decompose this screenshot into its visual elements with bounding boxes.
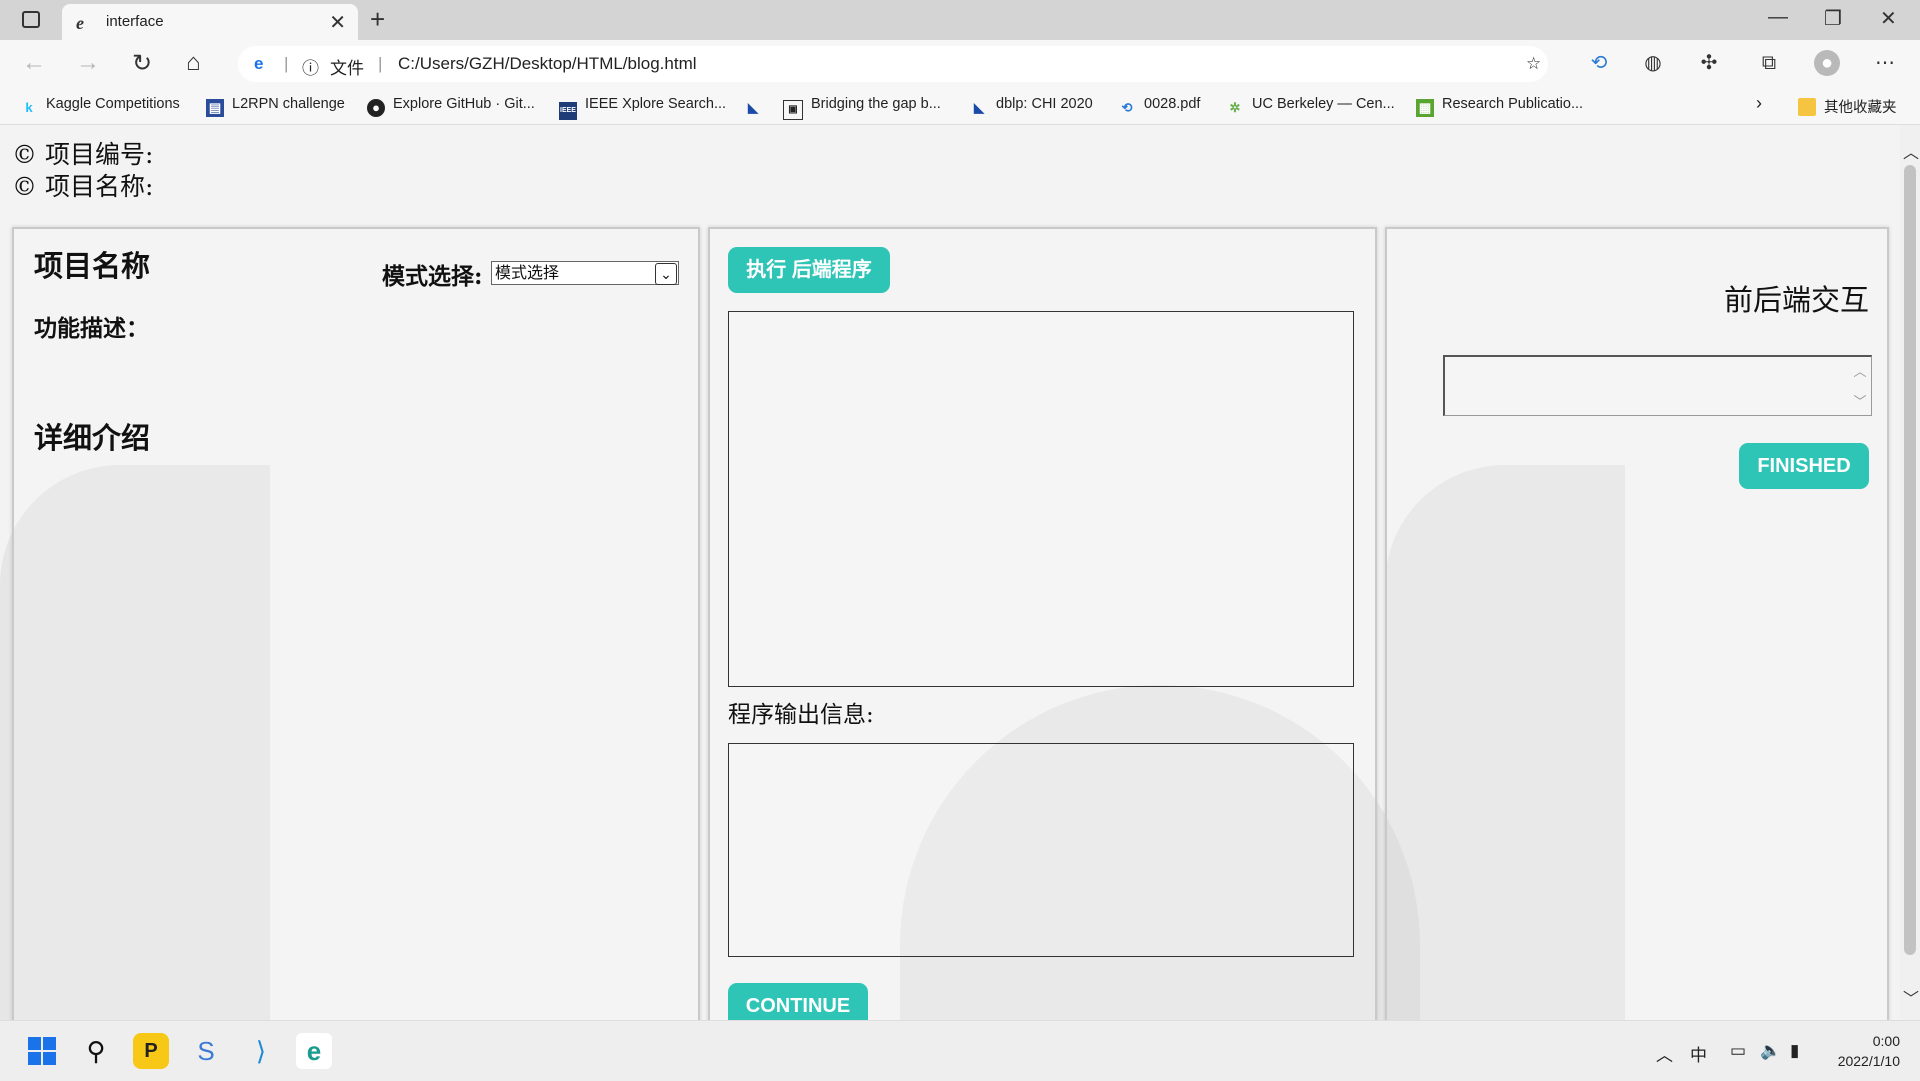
dblp-icon: ◣ <box>748 100 758 115</box>
url-text[interactable]: C:/Users/GZH/Desktop/HTML/blog.html <box>398 54 697 74</box>
info-icon[interactable]: ⓘ <box>302 54 319 79</box>
restore-icon[interactable]: ❐ <box>1824 6 1842 31</box>
search-icon[interactable]: ⚲ <box>78 1033 114 1069</box>
new-tab-button[interactable]: + <box>370 4 385 35</box>
function-description-label: 功能描述： <box>34 315 149 342</box>
separator: | <box>378 54 383 73</box>
tab-actions-icon[interactable] <box>22 11 40 28</box>
berkeley-icon: ✲ <box>1229 100 1241 115</box>
research-icon: ▦ <box>1416 99 1434 117</box>
sogou-icon[interactable]: S <box>188 1033 224 1069</box>
finished-button[interactable]: FINISHED <box>1739 443 1869 489</box>
continue-button[interactable]: CONTINUE <box>728 983 868 1020</box>
browser-essentials-icon[interactable]: ◍ <box>1640 50 1666 76</box>
ieee-icon: IEEE <box>559 102 577 120</box>
ie-mode-icon[interactable]: e <box>254 54 263 74</box>
volume-icon[interactable]: 🔈 <box>1760 1041 1781 1061</box>
chevron-down-icon: ⌄ <box>655 263 677 285</box>
vscode-icon[interactable]: ⟩ <box>243 1033 279 1069</box>
chevron-up-icon[interactable]: ︿ <box>1849 361 1871 380</box>
github-icon: ● <box>367 99 385 117</box>
scroll-down-icon[interactable]: ﹀ <box>1903 985 1919 1009</box>
separator: | <box>284 54 289 73</box>
detail-heading: 详细介绍 <box>34 421 151 455</box>
bookmark-kaggle[interactable]: k Kaggle Competitions <box>20 96 179 117</box>
other-bookmarks[interactable]: 其他收藏夹 <box>1798 96 1897 117</box>
minimize-icon[interactable]: — <box>1768 6 1788 29</box>
left-panel: 项目名称 模式选择: 模式选择 ⌄ 功能描述： 详细介绍 <box>12 227 700 1020</box>
battery-icon[interactable]: ▮ <box>1790 1041 1799 1061</box>
time: 0:00 <box>1872 1033 1900 1049</box>
collections-icon[interactable]: ⟲ <box>1586 50 1612 76</box>
bookmark-bridging[interactable]: ▣ Bridging the gap b... <box>783 96 941 120</box>
clock[interactable]: 0:00 2022/1/10 <box>1838 1031 1900 1071</box>
split-screen-icon[interactable]: ⧉ <box>1756 50 1782 76</box>
mode-label: 模式选择: <box>382 263 483 290</box>
page-scrollbar[interactable]: ︿ ﹀ <box>1900 125 1920 1020</box>
output-area[interactable] <box>728 743 1354 957</box>
forward-icon[interactable]: → <box>76 49 100 77</box>
bookmark-pdf[interactable]: ⟲ 0028.pdf <box>1118 96 1201 117</box>
project-name-meta: © 项目名称: <box>12 172 154 201</box>
kaggle-icon: k <box>25 100 33 115</box>
profile-avatar[interactable]: ● <box>1814 50 1840 76</box>
folder-icon <box>1798 98 1816 116</box>
bookmark-berkeley[interactable]: ✲ UC Berkeley — Cen... <box>1226 96 1395 117</box>
browser-tab[interactable]: e interface ✕ <box>62 4 358 40</box>
bookmark-ieee[interactable]: IEEE IEEE Xplore Search... <box>559 96 726 120</box>
sync-icon: ⟲ <box>1121 100 1133 115</box>
mode-select-value: 模式选择 <box>495 265 560 282</box>
run-backend-button[interactable]: 执行 后端程序 <box>728 247 890 293</box>
dblp-icon: ◣ <box>974 100 984 115</box>
address-bar[interactable]: e | ⓘ 文件 | C:/Users/GZH/Desktop/HTML/blo… <box>238 46 1548 82</box>
mode-select[interactable]: 模式选择 ⌄ <box>491 261 679 285</box>
interaction-title: 前后端交互 <box>1723 283 1869 317</box>
back-icon[interactable]: ← <box>22 49 46 77</box>
bookmarks-bar: k Kaggle Competitions ▤ L2RPN challenge ● E… <box>0 88 1920 125</box>
network-icon[interactable]: ▭ <box>1730 1041 1746 1061</box>
right-panel: 前后端交互 ︿ ﹀ FINISHED <box>1385 227 1889 1020</box>
start-icon[interactable] <box>24 1033 60 1069</box>
page-icon: ▣ <box>783 100 803 120</box>
taskbar: ⚲ P S ⟩ e ︿ 中 ▭ 🔈 ▮ 0:00 2022/1/10 <box>0 1020 1920 1081</box>
middle-panel: 执行 后端程序 程序输出信息: CONTINUE <box>708 227 1377 1020</box>
ime-indicator[interactable]: 中 <box>1690 1041 1707 1066</box>
output-label: 程序输出信息: <box>728 702 874 728</box>
chevron-down-icon[interactable]: ﹀ <box>1849 391 1871 410</box>
edge-icon[interactable]: e <box>296 1033 332 1069</box>
browser-titlebar: e interface ✕ + — ❐ ✕ <box>0 0 1920 40</box>
page-content: © 项目编号: © 项目名称: 项目名称 模式选择: 模式选择 ⌄ 功能描述： … <box>0 125 1900 1020</box>
tab-close-icon[interactable]: ✕ <box>329 10 346 35</box>
scrollbar-thumb[interactable] <box>1904 165 1916 955</box>
refresh-icon[interactable]: ↻ <box>132 49 152 78</box>
bookmark-dblp-chi[interactable]: ◣ dblp: CHI 2020 <box>970 96 1093 117</box>
more-menu-icon[interactable]: ⋯ <box>1872 50 1898 76</box>
bookmark-github[interactable]: ● Explore GitHub · Git... <box>367 96 535 117</box>
interaction-input[interactable]: ︿ ﹀ <box>1443 355 1872 416</box>
tray-expand-icon[interactable]: ︿ <box>1656 1041 1673 1066</box>
project-number: © 项目编号: <box>12 140 154 169</box>
bookmark-dblp[interactable]: ◣ <box>744 96 770 117</box>
bookmark-research[interactable]: ▦ Research Publicatio... <box>1416 96 1583 117</box>
bookmark-l2rpn[interactable]: ▤ L2RPN challenge <box>206 96 345 117</box>
textarea-scrollbar[interactable]: ︿ ﹀ <box>1849 357 1871 415</box>
ie-page-icon: e <box>76 13 84 33</box>
bookmarks-overflow-icon[interactable]: › <box>1756 93 1762 114</box>
file-label: 文件 <box>330 59 364 78</box>
add-favorite-icon[interactable]: ☆ <box>1526 54 1541 74</box>
scroll-up-icon[interactable]: ︿ <box>1903 139 1919 163</box>
l2rpn-icon: ▤ <box>206 99 224 117</box>
date: 2022/1/10 <box>1837 1053 1900 1069</box>
window-close-icon[interactable]: ✕ <box>1880 6 1897 31</box>
code-input-area[interactable] <box>728 311 1354 687</box>
home-icon[interactable]: ⌂ <box>186 49 201 77</box>
app-p-icon[interactable]: P <box>133 1033 169 1069</box>
project-meta: © 项目编号: © 项目名称: <box>12 139 153 203</box>
extensions-icon[interactable]: ✣ <box>1696 50 1722 76</box>
project-title: 项目名称 <box>34 249 151 283</box>
tab-title: interface <box>106 13 164 30</box>
